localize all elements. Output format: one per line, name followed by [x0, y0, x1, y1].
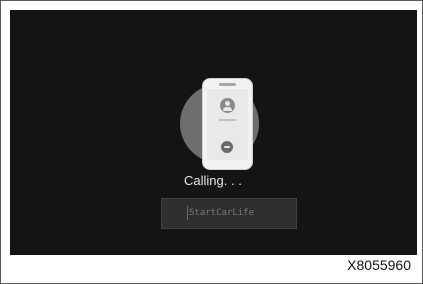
avatar-body	[223, 107, 232, 111]
person-icon	[220, 98, 235, 113]
phone-screen	[207, 89, 248, 160]
start-carlife-label: StartCarLife	[189, 208, 255, 218]
hangup-icon	[221, 141, 233, 153]
avatar-head	[225, 101, 230, 106]
figure-frame: Calling. . . StartCarLife X8055960	[0, 0, 423, 284]
caller-name-placeholder	[219, 119, 236, 121]
button-divider	[187, 206, 188, 220]
display-screen: Calling. . . StartCarLife	[10, 10, 417, 255]
smartphone-icon	[202, 78, 253, 170]
phone-speaker	[219, 83, 236, 86]
start-carlife-button[interactable]: StartCarLife	[161, 198, 297, 229]
figure-reference-code: X8055960	[347, 257, 411, 273]
calling-status: Calling. . .	[184, 173, 242, 188]
